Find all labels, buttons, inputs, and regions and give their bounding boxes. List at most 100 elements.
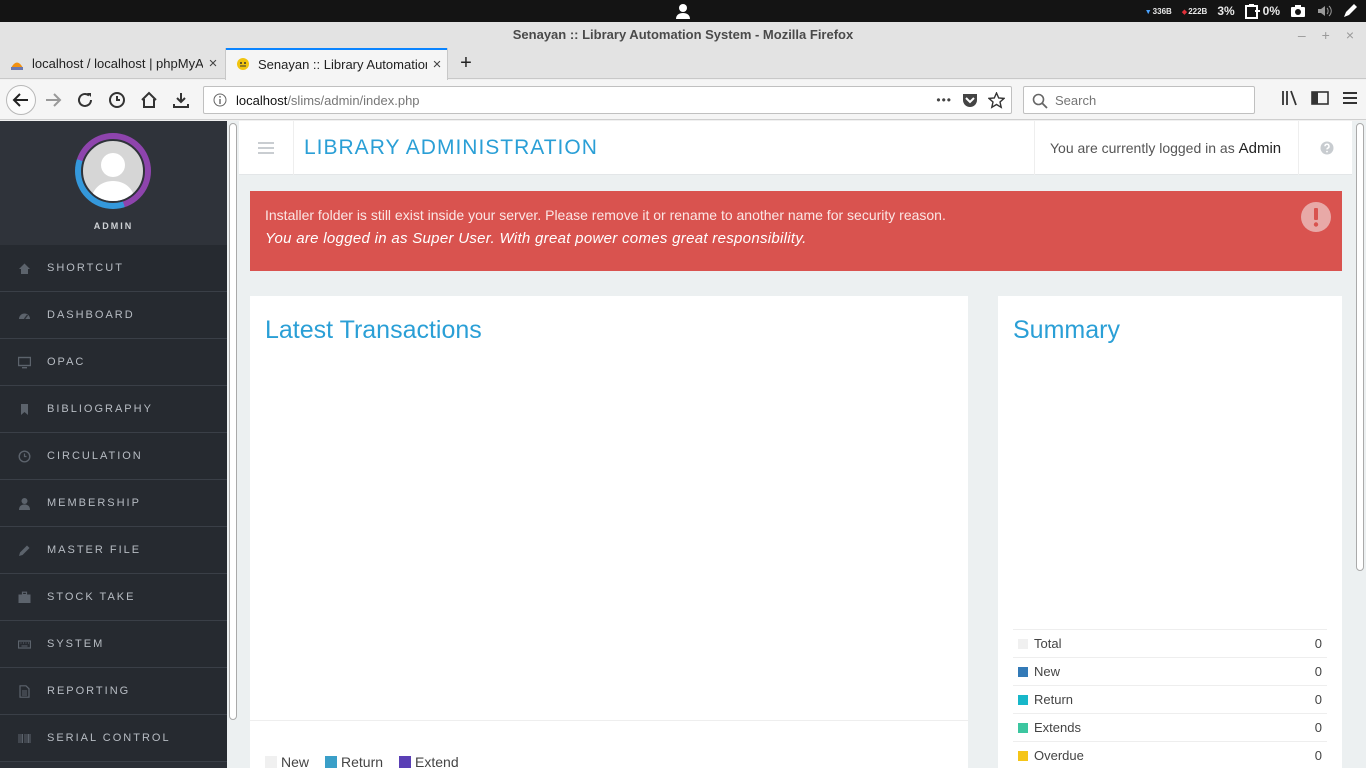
- legend-swatch: [325, 756, 338, 768]
- summary-swatch: [1018, 694, 1028, 705]
- sidebar-item-label: MEMBERSHIP: [47, 497, 141, 509]
- file-icon: [19, 684, 30, 698]
- cpu-readout: 3%: [1217, 4, 1235, 18]
- page-actions-menu-button[interactable]: •••: [936, 93, 952, 107]
- url-text[interactable]: localhost/slims/admin/index.php: [236, 93, 420, 108]
- chart-legend: New Return Extend: [250, 720, 968, 768]
- bookmark-star-icon[interactable]: [988, 91, 1005, 109]
- admin-sidebar: ADMIN SHORTCUT DASHBOARD OPAC BIBLIOGRAP…: [0, 121, 227, 768]
- library-icon[interactable]: [1280, 88, 1300, 108]
- keyboard-icon: [18, 639, 31, 649]
- volume-icon[interactable]: [1316, 3, 1332, 19]
- system-tray: 336B 222B 3% 0%: [1145, 0, 1358, 22]
- sidebar-item-membership[interactable]: MEMBERSHIP: [0, 480, 227, 527]
- window-title-bar: Senayan :: Library Automation System - M…: [0, 22, 1366, 48]
- briefcase-icon: [18, 591, 31, 603]
- tab-close-button[interactable]: ×: [203, 55, 223, 72]
- tab-strip: localhost / localhost | phpMyA × Senayan…: [0, 48, 1366, 80]
- back-button[interactable]: [6, 85, 36, 115]
- history-button[interactable]: [105, 88, 129, 112]
- legend-item-extend: Extend: [399, 748, 459, 768]
- legend-swatch: [399, 756, 412, 768]
- forward-arrow-icon: [46, 93, 62, 107]
- summary-value: 0: [1314, 748, 1322, 763]
- avatar[interactable]: [75, 133, 151, 209]
- close-window-button[interactable]: ×: [1346, 22, 1354, 48]
- search-input[interactable]: [1055, 91, 1245, 109]
- sidebar-item-shortcut[interactable]: SHORTCUT: [0, 245, 227, 292]
- clock-icon: [18, 449, 31, 463]
- search-box[interactable]: [1023, 86, 1255, 114]
- sidebar-scrollbar[interactable]: [227, 121, 239, 768]
- tab-phpmyadmin[interactable]: localhost / localhost | phpMyA ×: [0, 48, 223, 79]
- sidebar-item-label: SYSTEM: [47, 638, 105, 650]
- summary-label: New: [1034, 664, 1061, 679]
- sidebar-item-label: MASTER FILE: [47, 544, 142, 556]
- summary-list: Total 0 New 0 Return 0 Extends 0 Overdue: [1013, 629, 1327, 768]
- hamburger-menu-icon[interactable]: [1340, 88, 1360, 108]
- panel-title: Latest Transactions: [265, 316, 482, 344]
- tab-close-button[interactable]: ×: [427, 56, 447, 73]
- pen-icon[interactable]: [1342, 3, 1358, 19]
- info-icon[interactable]: [213, 93, 227, 107]
- sidebar-item-serial-control[interactable]: SERIAL CONTROL: [0, 715, 227, 762]
- senayan-favicon-icon: [237, 58, 249, 70]
- sidebar-item-reporting[interactable]: REPORTING: [0, 668, 227, 715]
- security-alert: Installer folder is still exist inside y…: [250, 191, 1342, 271]
- logged-in-user[interactable]: Admin: [1239, 140, 1282, 157]
- battery-icon[interactable]: [1244, 3, 1261, 19]
- maximize-button[interactable]: +: [1322, 22, 1330, 48]
- summary-swatch: [1018, 638, 1028, 649]
- summary-row-new: New 0: [1013, 657, 1327, 685]
- user-avatar-icon: [91, 153, 135, 201]
- url-path: /slims/admin/index.php: [287, 93, 420, 108]
- sidebar-item-opac[interactable]: OPAC: [0, 339, 227, 386]
- sidebar-item-label: REPORTING: [47, 685, 131, 697]
- legend-item-new: New: [265, 748, 309, 768]
- sidebar-item-system[interactable]: SYSTEM: [0, 621, 227, 668]
- tab-senayan[interactable]: Senayan :: Library Automation ×: [225, 48, 448, 80]
- sidebar-item-master-file[interactable]: MASTER FILE: [0, 527, 227, 574]
- summary-panel: Summary Total 0 New 0 Return 0 Extends 0: [998, 296, 1342, 768]
- page-viewport: ADMIN SHORTCUT DASHBOARD OPAC BIBLIOGRAP…: [0, 121, 1366, 768]
- os-top-bar: 336B 222B 3% 0%: [0, 0, 1366, 22]
- summary-label: Return: [1034, 692, 1074, 707]
- sidebar-item-circulation[interactable]: CIRCULATION: [0, 433, 227, 480]
- barcode-icon: [18, 733, 31, 743]
- clock-icon: [109, 92, 125, 108]
- legend-label: Extend: [415, 754, 459, 768]
- sidebar-item-dashboard[interactable]: DASHBOARD: [0, 292, 227, 339]
- profile-name: ADMIN: [93, 221, 134, 231]
- summary-value: 0: [1314, 664, 1322, 679]
- back-arrow-icon: [12, 93, 28, 107]
- reload-button[interactable]: [73, 88, 97, 112]
- sidebar-item-label: SHORTCUT: [47, 262, 124, 274]
- summary-label: Overdue: [1034, 748, 1084, 763]
- sidebar-item-label: BIBLIOGRAPHY: [47, 403, 153, 415]
- address-bar[interactable]: localhost/slims/admin/index.php •••: [203, 86, 1012, 114]
- minimize-button[interactable]: –: [1298, 22, 1306, 48]
- profile-block: ADMIN: [0, 121, 227, 245]
- pocket-icon[interactable]: [962, 92, 978, 108]
- summary-swatch: [1018, 750, 1028, 761]
- battery-readout: 0%: [1262, 4, 1280, 18]
- forward-button[interactable]: [41, 88, 65, 112]
- downloads-button[interactable]: [169, 88, 193, 112]
- new-tab-button[interactable]: +: [456, 48, 476, 79]
- summary-value: 0: [1314, 636, 1322, 651]
- sidebar-item-bibliography[interactable]: BIBLIOGRAPHY: [0, 386, 227, 433]
- sidebar-item-stock-take[interactable]: STOCK TAKE: [0, 574, 227, 621]
- admin-header: LIBRARY ADMINISTRATION You are currently…: [239, 121, 1352, 175]
- summary-row-overdue: Overdue 0: [1013, 741, 1327, 768]
- sidebar-item-label: SERIAL CONTROL: [47, 732, 171, 744]
- camera-icon[interactable]: [1290, 3, 1306, 19]
- navigation-toolbar: localhost/slims/admin/index.php •••: [0, 80, 1366, 120]
- help-icon[interactable]: [1320, 141, 1334, 155]
- menu-toggle-button[interactable]: [239, 121, 294, 175]
- home-button[interactable]: [137, 88, 161, 112]
- user-icon[interactable]: [675, 3, 691, 19]
- sidebar-toggle-icon[interactable]: [1310, 88, 1330, 108]
- monitor-icon: [18, 356, 31, 368]
- page-scrollbar[interactable]: [1354, 121, 1366, 768]
- dashboard-icon: [19, 313, 30, 319]
